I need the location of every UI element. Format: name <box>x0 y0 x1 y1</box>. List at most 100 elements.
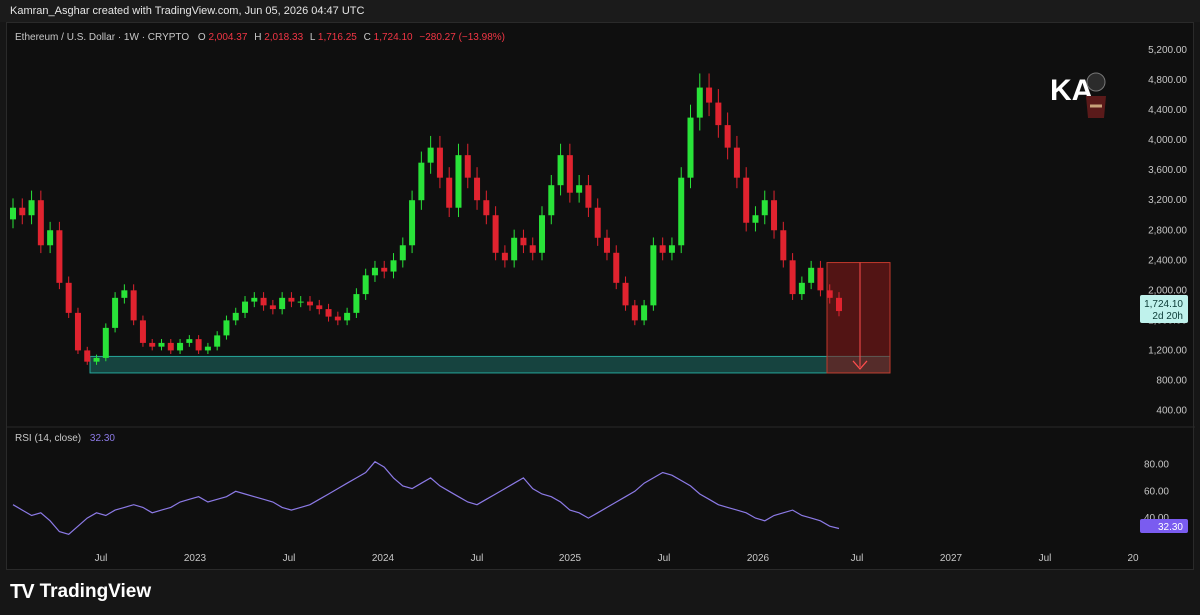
candle-body <box>771 200 778 231</box>
symbol-label: Ethereum / U.S. Dollar · 1W · CRYPTO <box>15 32 189 43</box>
support-zone <box>89 355 891 374</box>
candle-body <box>780 230 787 261</box>
open-label: O <box>198 32 206 43</box>
x-tick-label: 2027 <box>940 553 963 564</box>
candle-body <box>808 267 815 283</box>
candle-body <box>37 200 44 246</box>
high-label: H <box>254 32 261 43</box>
candle-body <box>761 200 768 216</box>
footer-brand[interactable]: TV TradingView <box>10 578 151 606</box>
candle-body <box>668 245 675 253</box>
rsi-label: RSI (14, close) <box>15 433 81 444</box>
candle-body <box>724 125 731 148</box>
candle-body <box>112 297 119 328</box>
rsi-tick-label: 60.00 <box>1144 486 1169 497</box>
candle-body <box>576 185 583 193</box>
candle-body <box>752 215 759 223</box>
candle-body <box>798 282 805 295</box>
rsi-badge: 32.30 <box>1140 519 1188 533</box>
candle-body <box>158 342 165 347</box>
candle-body <box>130 290 137 321</box>
price-tick-label: 3,600.00 <box>1148 165 1187 176</box>
candle-body <box>418 162 425 201</box>
candle-body <box>56 230 63 283</box>
candle-body <box>817 267 824 291</box>
x-tick-label: 2023 <box>184 553 207 564</box>
candle-body <box>836 297 842 312</box>
candle-body <box>47 230 54 246</box>
candle-body <box>139 320 146 343</box>
bar-countdown: 2d 20h <box>1152 311 1183 322</box>
candle-body <box>149 342 156 347</box>
price-tick-label: 2,400.00 <box>1148 255 1187 266</box>
candle-body <box>167 342 174 351</box>
candle-body <box>613 252 620 283</box>
price-tick-label: 4,800.00 <box>1148 75 1187 86</box>
candle-body <box>743 177 750 223</box>
candle-body <box>464 155 471 178</box>
candle-body <box>826 290 833 298</box>
candle-body <box>65 282 72 313</box>
projection-box <box>826 262 891 374</box>
candle-body <box>186 339 193 343</box>
candle-body <box>427 147 434 163</box>
candle-body <box>334 316 341 321</box>
candle-body <box>195 339 202 351</box>
price-tick-label: 2,800.00 <box>1148 225 1187 236</box>
price-tick-label: 1,200.00 <box>1148 345 1187 356</box>
candle-body <box>344 312 351 321</box>
candle-body <box>242 301 249 313</box>
candle-body <box>678 177 685 246</box>
tradingview-brand: TradingView <box>39 581 152 602</box>
candle-body <box>353 294 360 313</box>
candle-body <box>446 177 453 208</box>
x-tick-label: 2026 <box>747 553 770 564</box>
chart-panel[interactable]: 5,200.00 4,800.00 4,400.00 4,000.00 3,600.00… <box>6 22 1195 571</box>
candle-body <box>631 305 638 321</box>
rsi-badge-value: 32.30 <box>1158 522 1183 533</box>
candle-body <box>306 301 313 306</box>
candle-body <box>297 301 304 303</box>
candle-body <box>93 357 100 362</box>
author-watermark: KA <box>1046 62 1114 122</box>
candle-body <box>706 87 713 103</box>
candle-body <box>260 297 267 306</box>
x-tick-label: Jul <box>1039 553 1052 564</box>
tradingview-logo-icon: TV <box>10 580 35 603</box>
x-tick-label: Jul <box>95 553 108 564</box>
x-tick-label: 2024 <box>372 553 395 564</box>
candle-body <box>539 215 546 253</box>
rsi-line <box>12 460 840 535</box>
candle-body <box>214 335 221 347</box>
open-value: 2,004.37 <box>208 32 247 43</box>
candle-body <box>520 237 527 246</box>
svg-text:Ethereum / U.S. Dollar · 1W ·: Ethereum / U.S. Dollar · 1W · CRYPTO O 2… <box>15 32 505 43</box>
x-tick-label: Jul <box>471 553 484 564</box>
candle-body <box>10 207 16 220</box>
candle-body <box>84 350 91 362</box>
candle-body <box>733 147 740 178</box>
x-tick-label: Jul <box>283 553 296 564</box>
top-credit-bar: Kamran_Asghar created with TradingView.c… <box>0 0 1200 22</box>
candle-body <box>325 309 332 317</box>
candle-body <box>409 200 416 246</box>
candle-body <box>28 200 35 216</box>
high-value: 2,018.33 <box>264 32 303 43</box>
candle-body <box>548 185 555 216</box>
candle-body <box>390 260 397 272</box>
price-tick-label: 800.00 <box>1156 375 1187 386</box>
candle-body <box>177 342 184 351</box>
price-tick-label: 3,200.00 <box>1148 195 1187 206</box>
low-value: 1,716.25 <box>318 32 357 43</box>
credit-text: Kamran_Asghar created with TradingView.c… <box>10 5 365 17</box>
candle-body <box>492 215 499 253</box>
candle-body <box>232 312 239 321</box>
candle-body <box>650 245 657 306</box>
chart-svg[interactable]: 5,200.00 4,800.00 4,400.00 4,000.00 3,600.00… <box>7 23 1195 571</box>
candle-body <box>223 320 230 336</box>
candle-body <box>585 185 592 208</box>
candle-body <box>362 275 369 295</box>
price-tick-label: 400.00 <box>1156 405 1187 416</box>
change-value: −280.27 (−13.98%) <box>419 32 505 43</box>
candle-body <box>204 346 211 351</box>
